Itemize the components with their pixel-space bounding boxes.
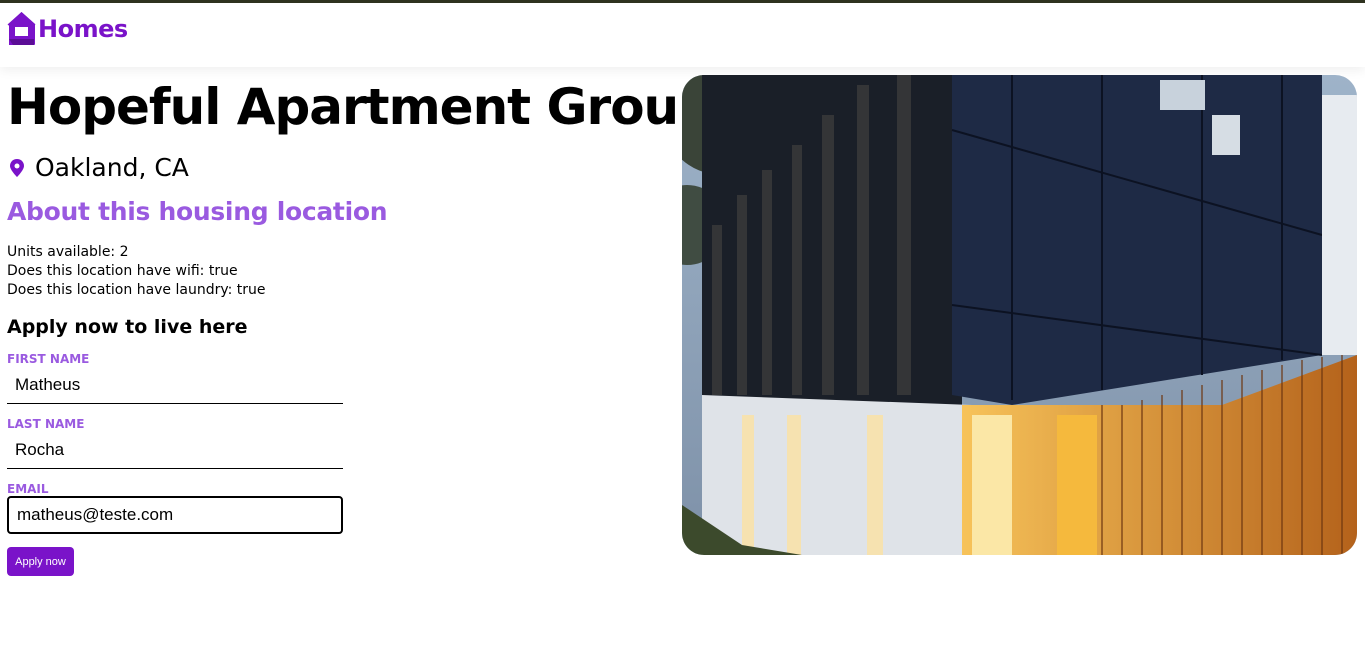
listing-photo (682, 75, 1357, 555)
email-label: EMAIL (7, 482, 49, 496)
apply-heading: Apply now to live here (7, 316, 248, 338)
units-available: Units available: 2 (7, 244, 129, 260)
last-name-input[interactable] (7, 431, 343, 469)
house-icon (7, 12, 36, 45)
brand-logo-link[interactable]: Homes (7, 11, 128, 46)
map-pin-icon (10, 159, 24, 177)
listing-features: Units available: 2 Does this location ha… (7, 243, 266, 300)
wifi-info: Does this location have wifi: true (7, 263, 238, 279)
brand-name: Homes (38, 14, 128, 43)
listing-location: Oakland, CA (10, 153, 189, 183)
site-header: Homes (0, 3, 1365, 67)
apply-now-button[interactable]: Apply now (7, 547, 74, 576)
location-text: Oakland, CA (35, 153, 189, 182)
listing-title: Hopeful Apartment Group (7, 78, 714, 136)
email-input[interactable] (7, 496, 343, 534)
building-image (682, 75, 1357, 555)
laundry-info: Does this location have laundry: true (7, 282, 266, 298)
about-heading: About this housing location (7, 197, 388, 226)
last-name-label: LAST NAME (7, 417, 85, 431)
first-name-input[interactable] (7, 366, 343, 404)
first-name-label: FIRST NAME (7, 352, 90, 366)
